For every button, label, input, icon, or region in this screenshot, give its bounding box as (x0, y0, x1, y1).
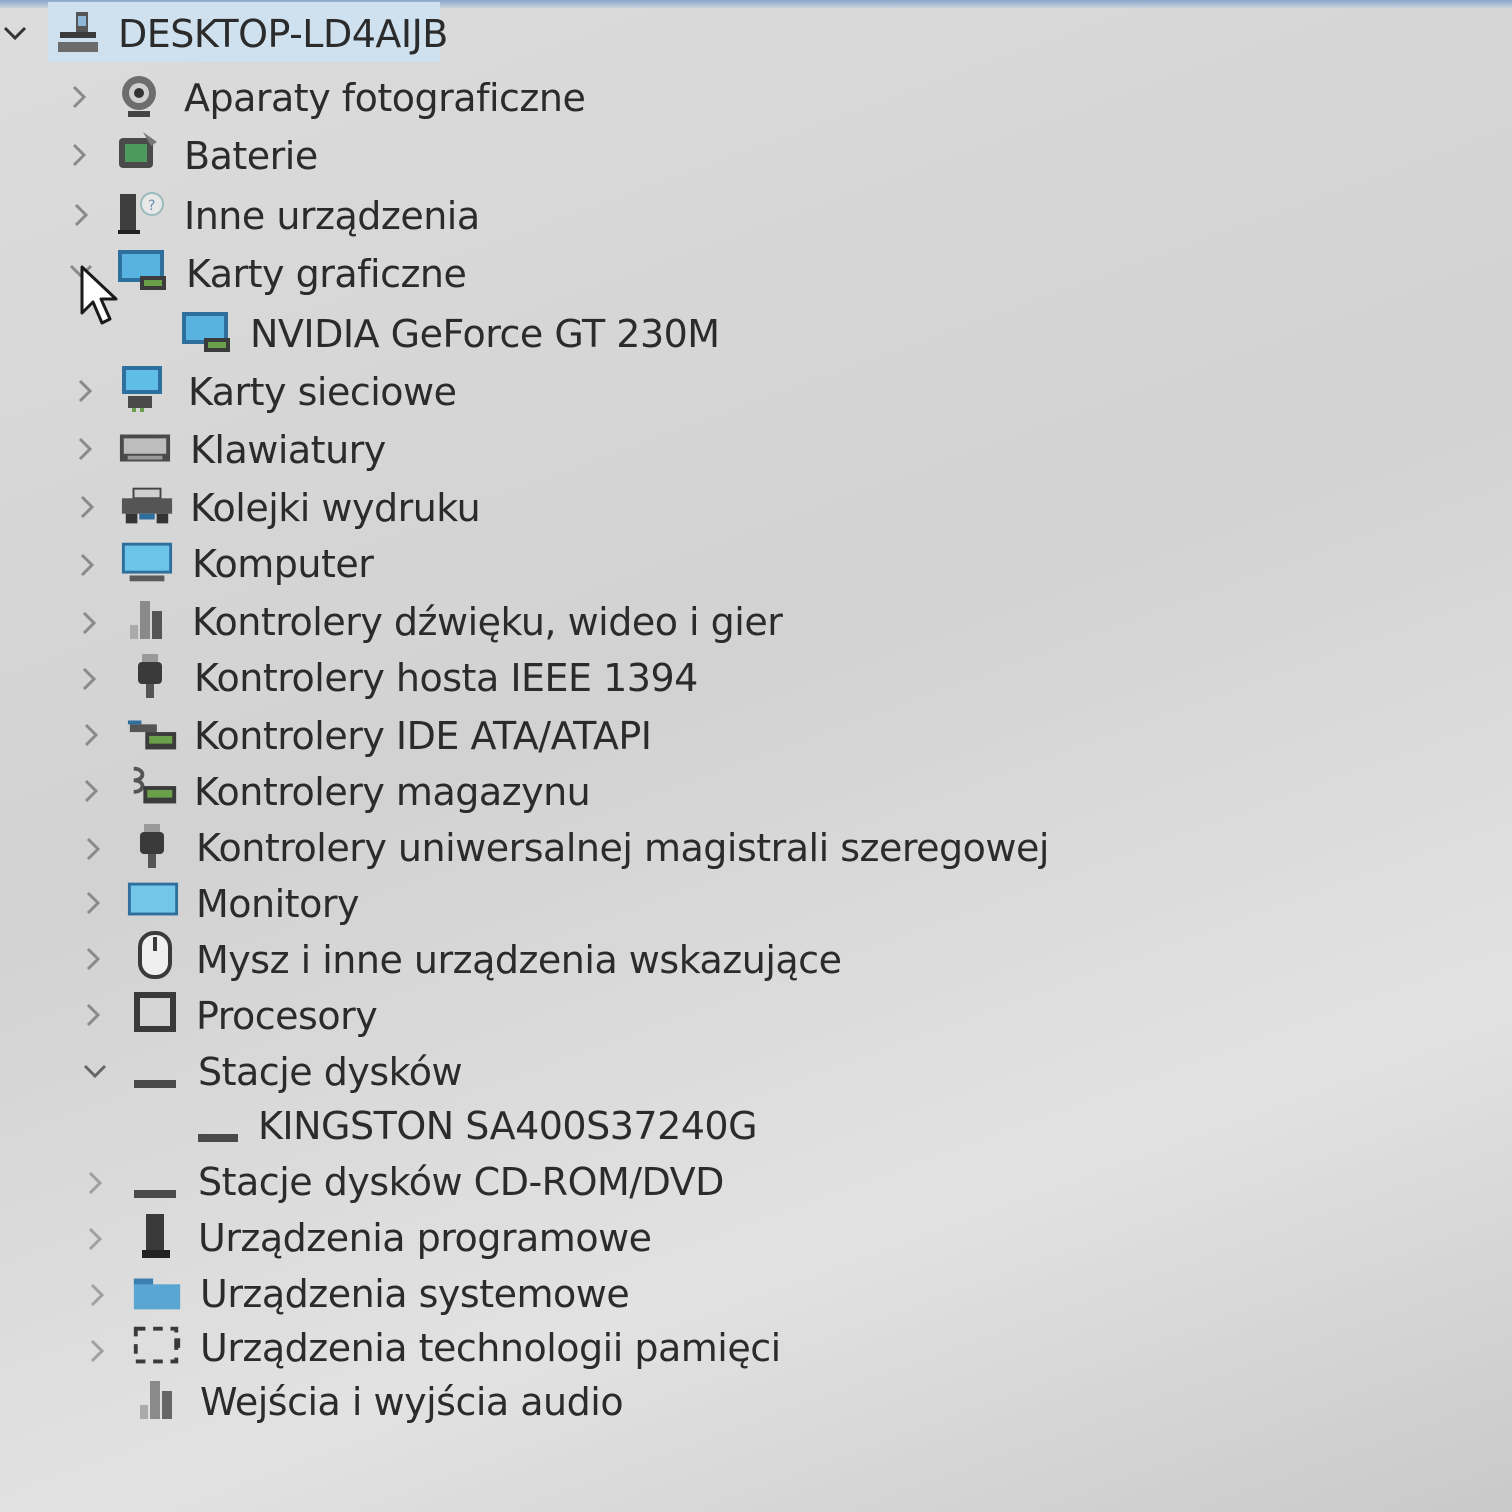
disk-drive-icon (190, 1106, 244, 1150)
chevron-down-icon[interactable] (0, 18, 30, 48)
category-label[interactable]: Komputer (192, 542, 374, 586)
category-label[interactable]: Procesory (196, 994, 378, 1038)
chevron-right-icon[interactable] (74, 664, 104, 694)
chevron-right-icon[interactable] (78, 834, 108, 864)
svg-text:?: ? (148, 198, 155, 214)
category-label[interactable]: Stacje dysków CD-ROM/DVD (198, 1160, 724, 1204)
mouse-icon (128, 931, 182, 979)
memory-icon (130, 1324, 184, 1368)
chevron-right-icon[interactable] (66, 200, 96, 230)
chevron-down-icon[interactable] (80, 1056, 110, 1086)
keyboard-icon (118, 426, 172, 470)
speaker-icon (122, 598, 176, 642)
chevron-right-icon[interactable] (64, 82, 94, 112)
connector-icon (124, 654, 178, 698)
chevron-right-icon[interactable] (78, 888, 108, 918)
chevron-right-icon[interactable] (80, 1224, 110, 1254)
chevron-right-icon[interactable] (72, 492, 102, 522)
processor-icon (128, 990, 182, 1034)
category-label[interactable]: Baterie (184, 134, 318, 178)
device-label[interactable]: NVIDIA GeForce GT 230M (250, 312, 720, 356)
category-label[interactable]: Kontrolery hosta IEEE 1394 (194, 656, 698, 700)
printer-icon (120, 484, 174, 528)
speaker-icon (132, 1378, 186, 1422)
camera-icon (112, 74, 166, 118)
chevron-right-icon[interactable] (82, 1336, 112, 1366)
device-label[interactable]: KINGSTON SA400S37240G (258, 1104, 758, 1148)
computer-icon (50, 10, 104, 54)
category-label[interactable]: Inne urządzenia (184, 194, 480, 238)
category-label[interactable]: Kontrolery uniwersalnej magistrali szere… (196, 826, 1049, 870)
unknown-device-icon: ? (114, 190, 168, 234)
category-label[interactable]: Stacje dysków (198, 1050, 463, 1094)
chevron-right-icon[interactable] (82, 1280, 112, 1310)
category-label[interactable]: Aparaty fotograficzne (184, 76, 586, 120)
folder-icon (130, 1270, 184, 1314)
category-label[interactable]: Kontrolery IDE ATA/ATAPI (194, 714, 652, 758)
category-label[interactable]: Wejścia i wyjścia audio (200, 1380, 624, 1424)
category-label[interactable]: Kontrolery magazynu (194, 770, 591, 814)
category-label[interactable]: Karty sieciowe (188, 370, 457, 414)
disk-drive-icon (128, 1050, 182, 1094)
chevron-right-icon[interactable] (76, 720, 106, 750)
category-label[interactable]: Karty graficzne (186, 252, 467, 296)
category-label[interactable]: Kolejki wydruku (190, 486, 481, 530)
category-label[interactable]: Urządzenia technologii pamięci (200, 1326, 781, 1370)
network-adapter-icon (118, 366, 172, 412)
chevron-right-icon[interactable] (80, 1168, 110, 1198)
chevron-right-icon[interactable] (74, 608, 104, 638)
chevron-right-icon[interactable] (70, 376, 100, 406)
device-tree: DESKTOP-LD4AIJB Aparaty fotograficzne Ba… (0, 0, 1512, 1512)
category-label[interactable]: Kontrolery dźwięku, wideo i gier (192, 600, 783, 644)
monitor-icon (126, 878, 180, 922)
mouse-cursor-icon (80, 265, 124, 333)
display-adapter-icon (180, 310, 234, 354)
storage-controller-icon (126, 766, 180, 810)
category-label[interactable]: Urządzenia programowe (198, 1216, 652, 1260)
category-label[interactable]: Mysz i inne urządzenia wskazujące (196, 938, 842, 982)
chevron-right-icon[interactable] (78, 944, 108, 974)
category-label[interactable]: Klawiatury (190, 428, 386, 472)
root-label[interactable]: DESKTOP-LD4AIJB (118, 12, 448, 56)
chevron-right-icon[interactable] (70, 434, 100, 464)
category-label[interactable]: Urządzenia systemowe (200, 1272, 630, 1316)
battery-icon (112, 130, 166, 174)
software-device-icon (130, 1214, 184, 1258)
display-adapter-icon (116, 248, 170, 292)
chevron-right-icon[interactable] (64, 140, 94, 170)
chevron-right-icon[interactable] (76, 776, 106, 806)
ide-controller-icon (126, 712, 180, 756)
chevron-right-icon[interactable] (78, 1000, 108, 1030)
usb-icon (126, 824, 180, 868)
category-label[interactable]: Monitory (196, 882, 359, 926)
chevron-right-icon[interactable] (72, 550, 102, 580)
disk-drive-icon (128, 1160, 182, 1204)
monitor-icon (120, 540, 174, 584)
